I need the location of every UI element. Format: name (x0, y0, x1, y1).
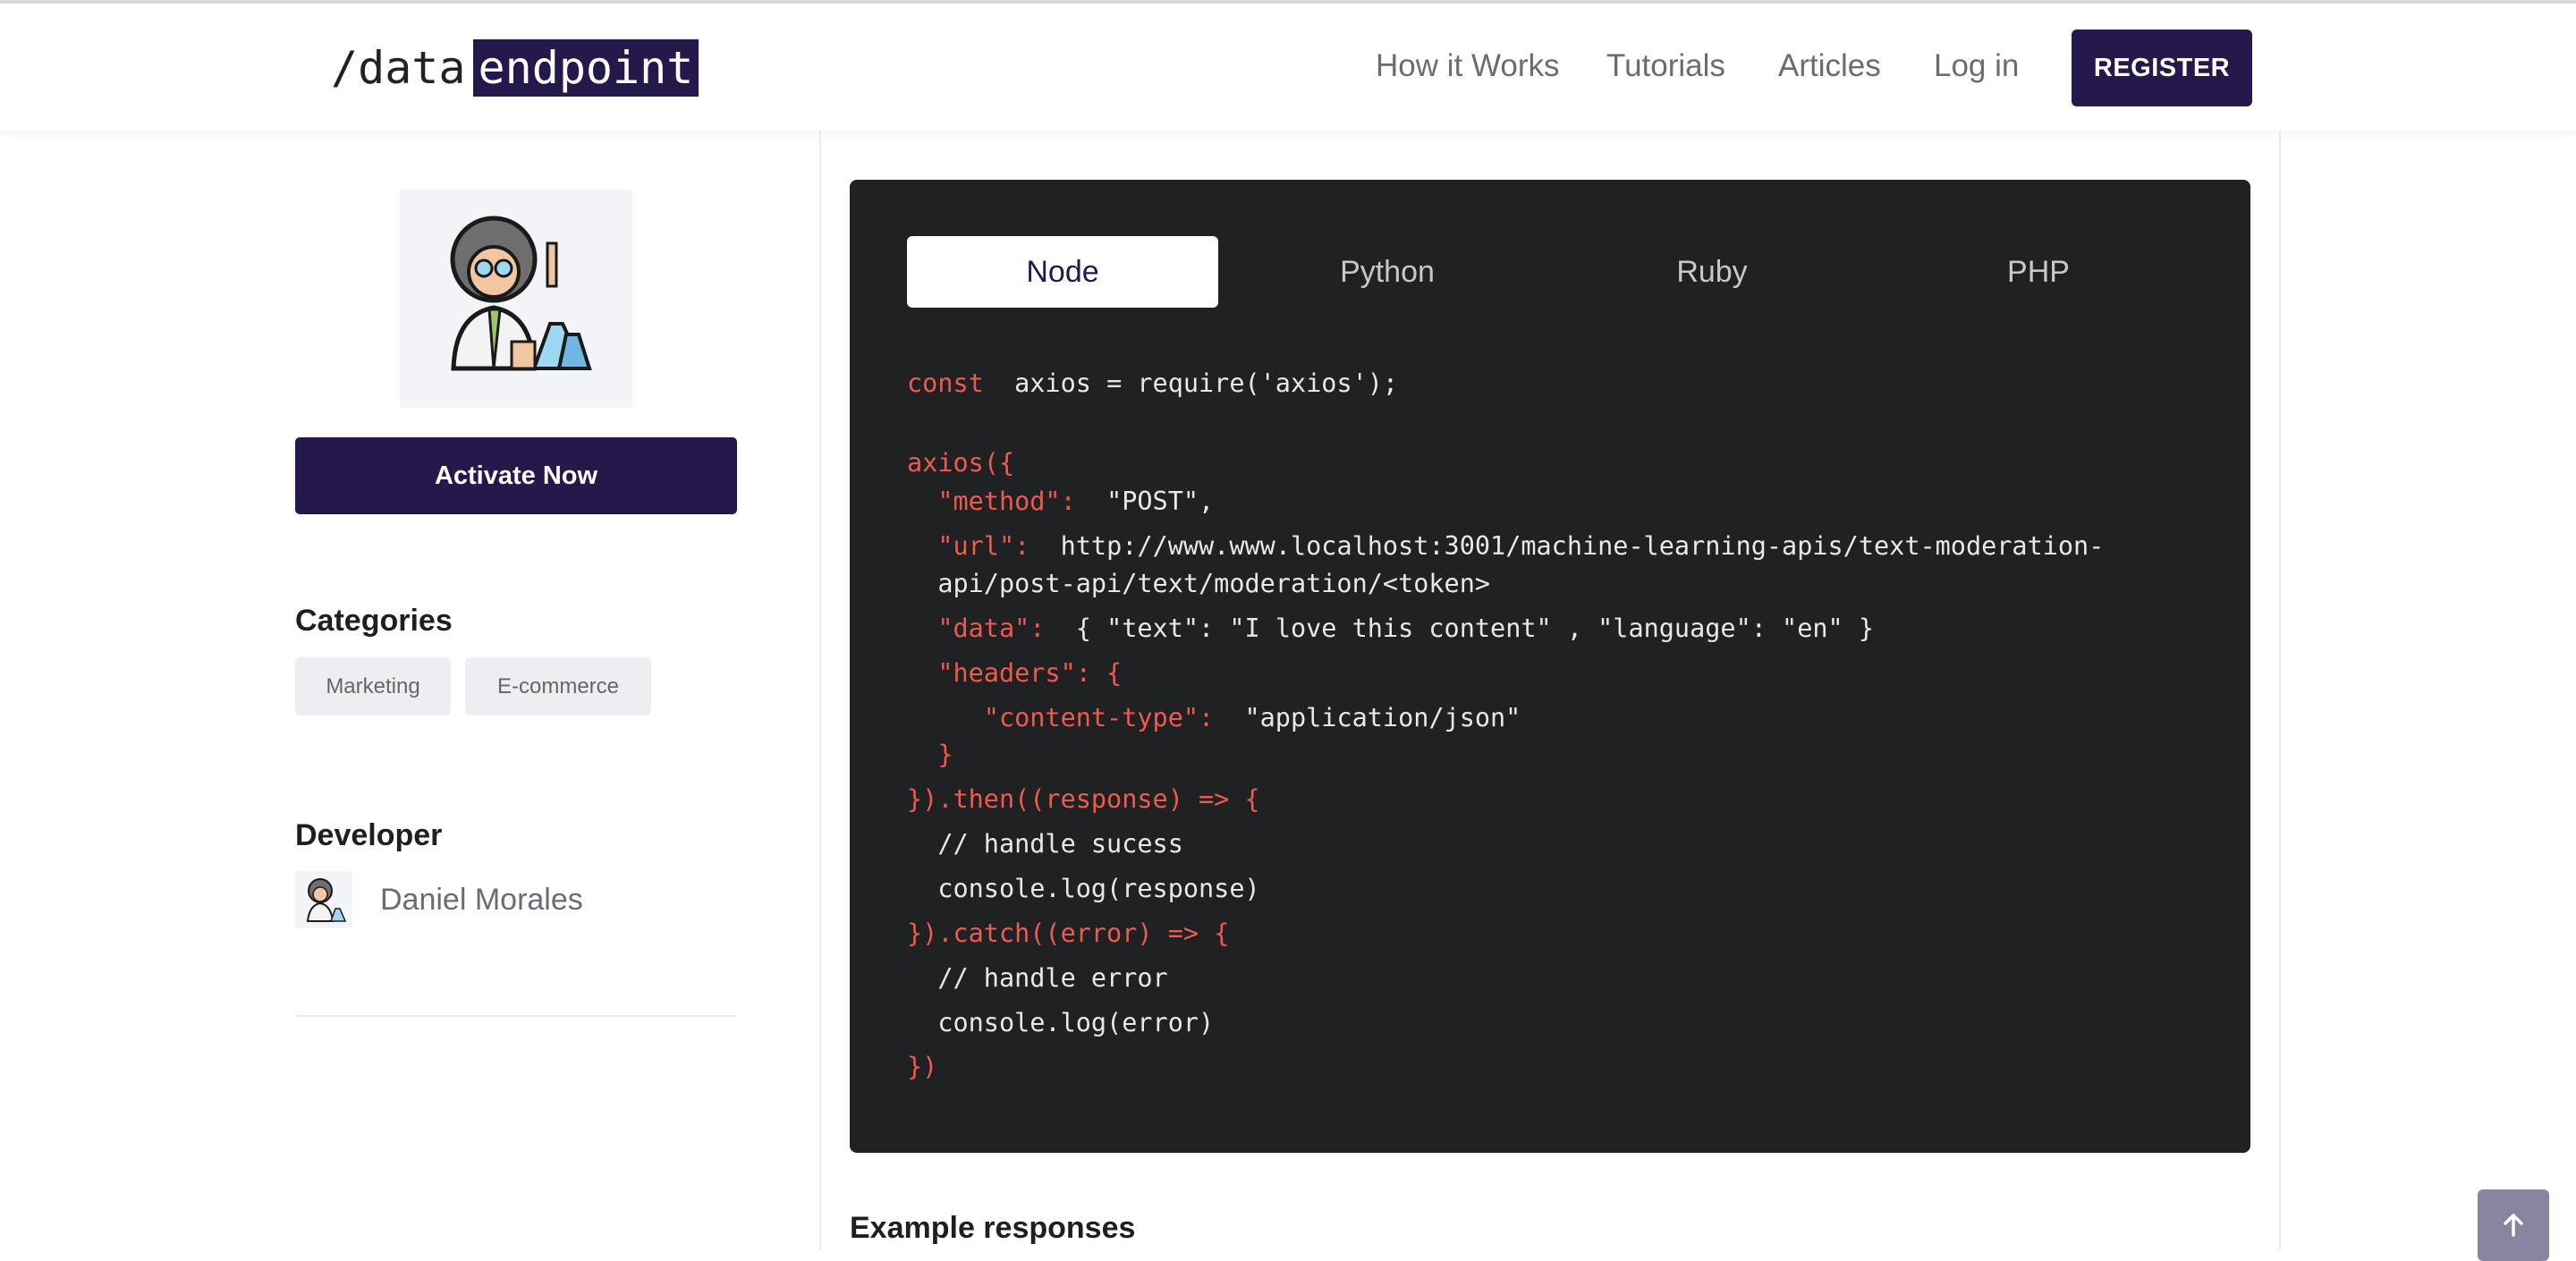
scientist-icon (450, 216, 592, 371)
scientist-icon (306, 878, 347, 922)
code-line: "headers": { (907, 658, 1123, 688)
main-border-left (819, 131, 821, 1250)
code-sample-panel: Node Python Ruby PHP const axios = requi… (850, 180, 2250, 1153)
code-line: console.log(error) (907, 1008, 1215, 1037)
developer-title: Developer (295, 818, 443, 852)
tab-php[interactable]: PHP (1883, 236, 2194, 308)
developer-avatar[interactable] (295, 871, 352, 928)
code-line: "data": { "text": "I love this content" … (907, 614, 1874, 643)
code-line: // handle error (907, 963, 1168, 993)
code-line: console.log(response) (907, 874, 1260, 903)
code-line: "method": "POST", (907, 487, 1215, 516)
activate-now-button[interactable]: Activate Now (295, 437, 737, 514)
category-chip-ecommerce[interactable]: E-commerce (465, 657, 651, 715)
scroll-to-top-button[interactable] (2478, 1189, 2549, 1261)
code-line: const axios = require('axios'); (907, 368, 1399, 398)
site-header: /data endpoint How it Works Tutorials Art… (0, 4, 2576, 131)
register-button[interactable]: REGISTER (2072, 30, 2252, 106)
nav-log-in[interactable]: Log in (1934, 48, 2019, 84)
tab-python[interactable]: Python (1232, 236, 1543, 308)
nav-how-it-works[interactable]: How it Works (1376, 48, 1560, 84)
api-avatar (400, 190, 632, 408)
code-line: // handle sucess (907, 829, 1183, 859)
tab-ruby[interactable]: Ruby (1556, 236, 1868, 308)
developer-name[interactable]: Daniel Morales (380, 883, 583, 918)
code-line: "url": http://www.www.localhost:3001/mac… (907, 531, 2105, 561)
code-line: axios({ (907, 448, 1015, 478)
code-line: }) (907, 1052, 938, 1081)
code-line: api/post-api/text/moderation/<token> (907, 569, 1491, 598)
logo-highlight: endpoint (472, 39, 699, 97)
nav-tutorials[interactable]: Tutorials (1606, 48, 1725, 84)
nav-articles[interactable]: Articles (1778, 48, 1881, 84)
site-logo[interactable]: /data endpoint (331, 38, 699, 98)
main-border-right (2279, 131, 2281, 1250)
code-line: } (907, 740, 953, 769)
sidebar-divider (295, 1015, 737, 1017)
categories-title: Categories (295, 604, 453, 638)
code-line: "content-type": "application/json" (907, 703, 1521, 732)
code-line: }).then((response) => { (907, 784, 1260, 814)
logo-prefix: /data (331, 42, 466, 94)
code-line: }).catch((error) => { (907, 918, 1230, 948)
category-chip-marketing[interactable]: Marketing (295, 657, 451, 715)
tab-node[interactable]: Node (907, 236, 1218, 308)
arrow-up-icon (2504, 1214, 2523, 1237)
example-responses-title: Example responses (850, 1211, 1136, 1245)
